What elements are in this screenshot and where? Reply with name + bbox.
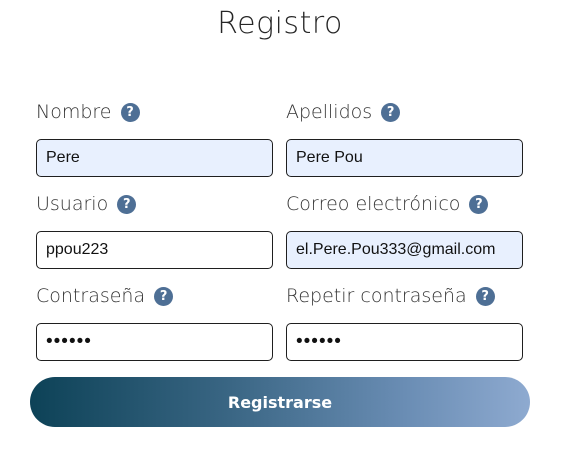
field-correo: Correo electrónico ? — [286, 191, 523, 269]
help-icon[interactable]: ? — [381, 102, 401, 122]
correo-label: Correo electrónico — [286, 193, 461, 215]
nombre-label: Nombre — [36, 101, 112, 123]
page-title: Registro — [217, 6, 343, 41]
help-icon[interactable]: ? — [154, 286, 174, 306]
field-nombre: Nombre ? — [36, 99, 273, 177]
help-icon[interactable]: ? — [469, 194, 489, 214]
field-label-row: Correo electrónico ? — [286, 191, 523, 217]
field-contrasena: Contraseña ? — [36, 283, 273, 361]
field-usuario: Usuario ? — [36, 191, 273, 269]
field-label-row: Apellidos ? — [286, 99, 523, 125]
apellidos-input[interactable] — [286, 139, 523, 177]
help-icon[interactable]: ? — [117, 194, 137, 214]
help-icon[interactable]: ? — [475, 286, 495, 306]
usuario-label: Usuario — [36, 193, 109, 215]
field-label-row: Repetir contraseña ? — [286, 283, 523, 309]
help-icon[interactable]: ? — [120, 102, 140, 122]
correo-input[interactable] — [286, 231, 523, 269]
register-button[interactable]: Registrarse — [30, 377, 530, 427]
repetir-contrasena-input[interactable] — [286, 323, 523, 361]
contrasena-label: Contraseña — [36, 285, 146, 307]
field-apellidos: Apellidos ? — [286, 99, 523, 177]
nombre-input[interactable] — [36, 139, 273, 177]
field-label-row: Contraseña ? — [36, 283, 273, 309]
field-label-row: Usuario ? — [36, 191, 273, 217]
apellidos-label: Apellidos — [286, 101, 373, 123]
contrasena-input[interactable] — [36, 323, 273, 361]
repetir-contrasena-label: Repetir contraseña — [286, 285, 467, 307]
field-label-row: Nombre ? — [36, 99, 273, 125]
usuario-input[interactable] — [36, 231, 273, 269]
field-repetir-contrasena: Repetir contraseña ? — [286, 283, 523, 361]
